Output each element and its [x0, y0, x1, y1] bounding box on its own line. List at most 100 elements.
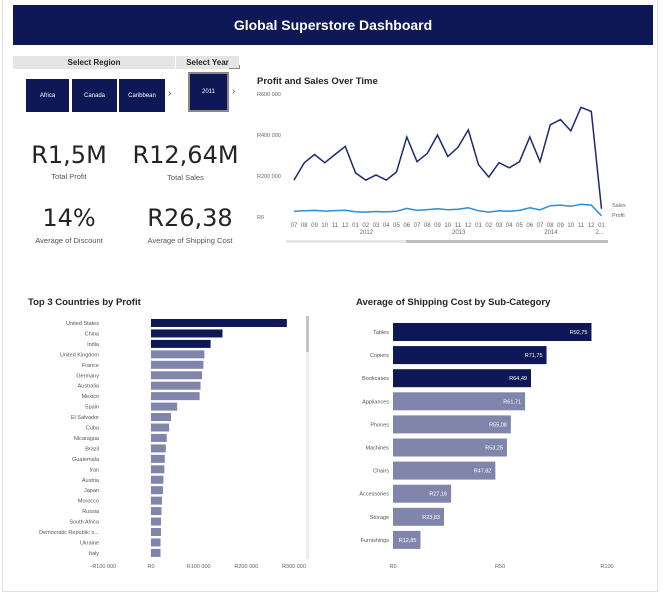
x-month-tick: 01: [598, 223, 605, 229]
x-tick-label: R100 000: [187, 564, 211, 570]
x-month-tick: 07: [537, 223, 544, 229]
country-bar: [151, 538, 161, 547]
x-month-tick: 09: [557, 223, 564, 229]
country-label: El Salvador: [71, 415, 99, 421]
country-bar: [151, 517, 162, 526]
country-bar: [151, 319, 287, 327]
country-label: Iran: [90, 467, 99, 473]
country-bar: [151, 329, 223, 338]
avg-shipping-label: Average of Shipping Cost: [147, 236, 233, 245]
year-option-2011[interactable]: 2011: [188, 72, 229, 112]
x-month-tick: 09: [311, 223, 318, 229]
x-month-tick: 12: [588, 223, 595, 229]
x-month-tick: 01: [475, 223, 482, 229]
country-bar: [151, 413, 172, 422]
subcategory-label: Storage: [370, 515, 389, 521]
bar-value-label: R47,82: [474, 469, 492, 475]
avg-discount-value: 14%: [42, 204, 96, 232]
x-year-tick: 2014: [544, 230, 558, 236]
x-year-tick: 2012: [360, 230, 374, 236]
country-label: Italy: [89, 551, 99, 557]
country-label: Guatemala: [72, 457, 100, 463]
x-tick-label: R200 000: [234, 564, 258, 570]
subcategory-label: Bookcases: [362, 376, 389, 382]
country-label: Cuba: [86, 426, 100, 432]
country-bar: [151, 350, 205, 359]
country-bar: [151, 433, 167, 442]
country-label: Austria: [82, 478, 100, 484]
x-month-tick: 03: [496, 223, 503, 229]
profit-sales-line-chart[interactable]: R600 000R400 000R200 000R0SalesProfit07 0…: [250, 86, 635, 250]
region-option-africa[interactable]: Africa: [26, 79, 69, 112]
x-month-tick: 02: [362, 223, 369, 229]
subcategory-bar: [393, 346, 547, 365]
x-month-tick: 01: [352, 223, 359, 229]
shipping-bar-chart[interactable]: Tables R92,75 Copiers R71,75 Bookcases R64,49…: [340, 312, 630, 574]
x-month-tick: 10: [444, 223, 451, 229]
subcategory-label: Chairs: [373, 469, 389, 475]
country-bar: [151, 423, 170, 432]
subcategory-label: Accessories: [359, 492, 389, 498]
region-next-icon[interactable]: ›: [168, 88, 171, 99]
x-month-tick: 08: [301, 223, 308, 229]
x-month-tick: 09: [434, 223, 441, 229]
x-month-tick: 11: [455, 223, 462, 229]
x-month-tick: 06: [403, 223, 410, 229]
y-tick-label: R200 000: [257, 174, 281, 180]
country-bar: [151, 528, 162, 536]
country-label: Russia: [82, 509, 100, 515]
x-tick-label: R0: [147, 564, 154, 570]
country-bar: [151, 465, 165, 474]
region-option-canada[interactable]: Canada: [72, 79, 117, 112]
country-bar: [151, 454, 165, 463]
country-label: Japan: [84, 488, 99, 494]
avg-shipping-value: R26,38: [147, 204, 233, 232]
country-bar: [151, 381, 201, 390]
x-year-tick: 2013: [452, 230, 466, 236]
year-next-icon[interactable]: ›: [232, 86, 235, 97]
bar-value-label: R27,16: [429, 492, 447, 498]
x-tick-label: R100: [600, 564, 613, 570]
region-option-caribbean[interactable]: Caribbean: [119, 79, 165, 112]
country-bar: [151, 371, 203, 380]
country-bar: [151, 507, 162, 516]
x-month-tick: 10: [321, 223, 328, 229]
x-month-tick: 08: [424, 223, 431, 229]
series-label: Sales: [612, 203, 626, 209]
x-month-tick: 02: [485, 223, 492, 229]
country-label: Mexico: [82, 394, 99, 400]
country-label: China: [85, 331, 100, 337]
x-month-tick: 05: [393, 223, 400, 229]
x-month-tick: 11: [578, 223, 585, 229]
country-bar: [151, 486, 163, 495]
country-label: South Africa: [69, 520, 100, 526]
subcategory-label: Phones: [370, 422, 389, 428]
y-tick-label: R400 000: [257, 133, 281, 139]
x-month-tick: 07: [414, 223, 421, 229]
x-month-tick: 08: [547, 223, 554, 229]
avg-discount-label: Average of Discount: [35, 236, 103, 245]
countries-bar-chart[interactable]: United States China India United Kingdom Fra…: [20, 310, 320, 574]
subcategory-bar: [393, 323, 592, 341]
series-label: Profit: [612, 213, 625, 219]
country-bar: [151, 496, 162, 505]
subcategory-label: Tables: [373, 330, 389, 336]
subcategory-label: Machines: [365, 446, 389, 452]
dashboard-header: Global Superstore Dashboard: [13, 5, 653, 45]
total-sales-label: Total Sales: [167, 173, 204, 182]
country-bar: [151, 339, 211, 348]
country-label: Ukraine: [80, 540, 99, 546]
country-bar: [151, 402, 178, 411]
bar-value-label: R55,08: [489, 422, 507, 428]
bar-value-label: R61,71: [503, 399, 521, 405]
y-tick-label: R600 000: [257, 92, 281, 98]
x-tick-label: R300 000: [282, 564, 306, 570]
year-slicer-handle-icon: [229, 65, 240, 69]
x-tick-label: -R100 000: [90, 564, 116, 570]
country-label: India: [87, 342, 100, 348]
country-bar: [151, 444, 166, 453]
x-month-tick: 10: [567, 223, 574, 229]
x-month-tick: 04: [383, 223, 390, 229]
country-label: Nicaragua: [74, 436, 100, 442]
region-slicer-title: Select Region: [13, 56, 175, 69]
